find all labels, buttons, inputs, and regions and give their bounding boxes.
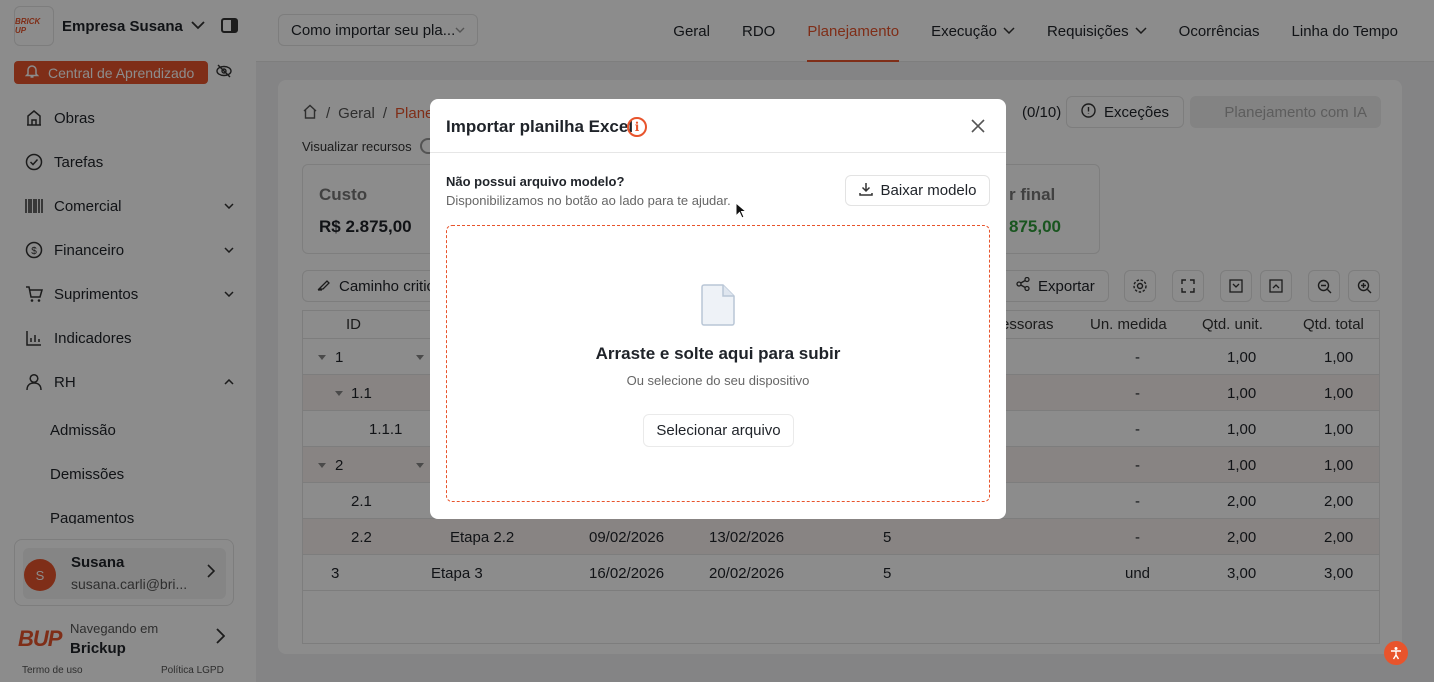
download-template-label: Baixar modelo <box>880 182 977 199</box>
import-excel-modal: Importar planilha Excel i Não possui arq… <box>430 99 1006 519</box>
dropzone-subtitle: Ou selecione do seu dispositivo <box>626 373 810 388</box>
no-model-subtitle: Disponibilizamos no botão ao lado para t… <box>446 193 731 208</box>
modal-header: Importar planilha Excel i <box>430 99 1006 153</box>
select-file-label: Selecionar arquivo <box>656 422 781 439</box>
info-icon[interactable]: i <box>627 117 647 137</box>
download-template-button[interactable]: Baixar modelo <box>845 175 990 206</box>
modal-title: Importar planilha Excel <box>446 117 634 136</box>
file-icon <box>701 284 735 326</box>
download-icon <box>858 182 873 200</box>
accessibility-icon[interactable] <box>1384 641 1408 665</box>
no-model-title: Não possui arquivo modelo? <box>446 174 625 189</box>
dropzone-title: Arraste e solte aqui para subir <box>595 344 841 363</box>
select-file-button[interactable]: Selecionar arquivo <box>643 414 794 447</box>
close-icon[interactable] <box>968 116 988 136</box>
file-dropzone[interactable]: Arraste e solte aqui para subir Ou selec… <box>446 225 990 502</box>
